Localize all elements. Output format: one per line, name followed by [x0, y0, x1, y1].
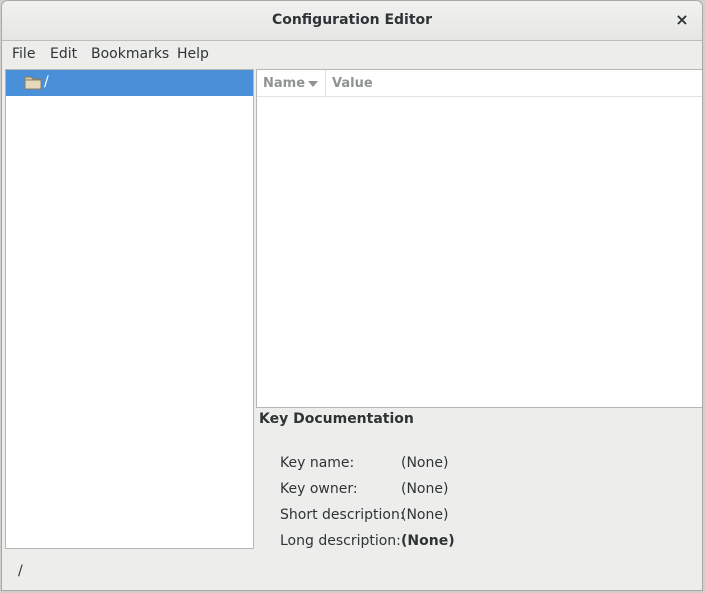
long-description-label: Long description: — [280, 533, 401, 549]
key-list: Name Value — [256, 69, 702, 408]
configuration-editor-window: Configuration Editor × File Edit Bookmar… — [1, 0, 703, 591]
close-icon[interactable]: × — [672, 10, 692, 30]
status-bar: / — [2, 551, 702, 590]
column-value-label: Value — [332, 76, 373, 91]
long-description-value: (None) — [401, 533, 455, 549]
title-bar[interactable]: Configuration Editor × — [2, 1, 702, 41]
column-header-name[interactable]: Name — [257, 70, 326, 97]
directory-tree: / — [5, 69, 254, 549]
key-documentation-title: Key Documentation — [259, 411, 414, 427]
tree-item-label: / — [44, 74, 49, 90]
short-description-label: Short description: — [280, 507, 405, 523]
column-header-value[interactable]: Value — [326, 70, 702, 97]
menu-bar: File Edit Bookmarks Help — [2, 41, 702, 68]
sort-descending-icon — [308, 81, 318, 87]
menu-bookmarks[interactable]: Bookmarks — [91, 46, 169, 62]
column-name-label: Name — [263, 76, 306, 91]
window-title: Configuration Editor — [271, 12, 433, 28]
status-path: / — [18, 563, 23, 579]
menu-help[interactable]: Help — [177, 46, 209, 62]
tree-item-root[interactable]: / — [6, 70, 253, 96]
menu-file[interactable]: File — [12, 46, 35, 62]
folder-icon — [24, 76, 42, 90]
key-documentation-panel: Key Documentation Key name: (None) Key o… — [256, 408, 702, 551]
menu-edit[interactable]: Edit — [50, 46, 77, 62]
key-owner-value: (None) — [401, 481, 449, 497]
key-owner-label: Key owner: — [280, 481, 358, 497]
short-description-value: (None) — [401, 507, 449, 523]
key-name-value: (None) — [401, 455, 449, 471]
key-name-label: Key name: — [280, 455, 355, 471]
